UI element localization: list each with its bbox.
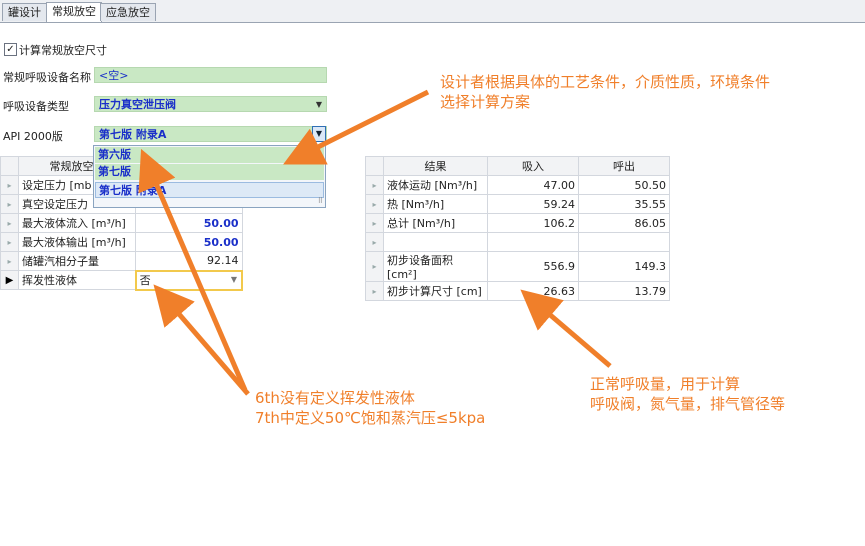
annotation-line: 设计者根据具体的工艺条件，介质性质，环境条件 bbox=[440, 73, 771, 91]
annotation-line: 呼吸阀，氮气量，排气管径等 bbox=[590, 395, 786, 413]
arrow-to-results bbox=[520, 289, 612, 368]
arrow-to-sixth-edition bbox=[138, 148, 248, 391]
arrow-to-api-version bbox=[283, 89, 430, 165]
annotation-bottom-left: 6th没有定义挥发性液体 7th中定义50℃饱和蒸汽压≤5kpa bbox=[255, 388, 485, 428]
annotation-line: 正常呼吸量，用于计算 bbox=[590, 375, 741, 393]
annotation-line: 7th中定义50℃饱和蒸汽压≤5kpa bbox=[255, 409, 486, 427]
arrow-to-volatile-liquid bbox=[153, 284, 250, 396]
annotation-line: 选择计算方案 bbox=[440, 93, 531, 111]
annotation-line: 6th没有定义挥发性液体 bbox=[255, 389, 415, 407]
annotation-top-right: 设计者根据具体的工艺条件，介质性质，环境条件 选择计算方案 bbox=[440, 72, 770, 112]
annotation-bottom-right: 正常呼吸量，用于计算 呼吸阀，氮气量，排气管径等 bbox=[590, 374, 785, 414]
